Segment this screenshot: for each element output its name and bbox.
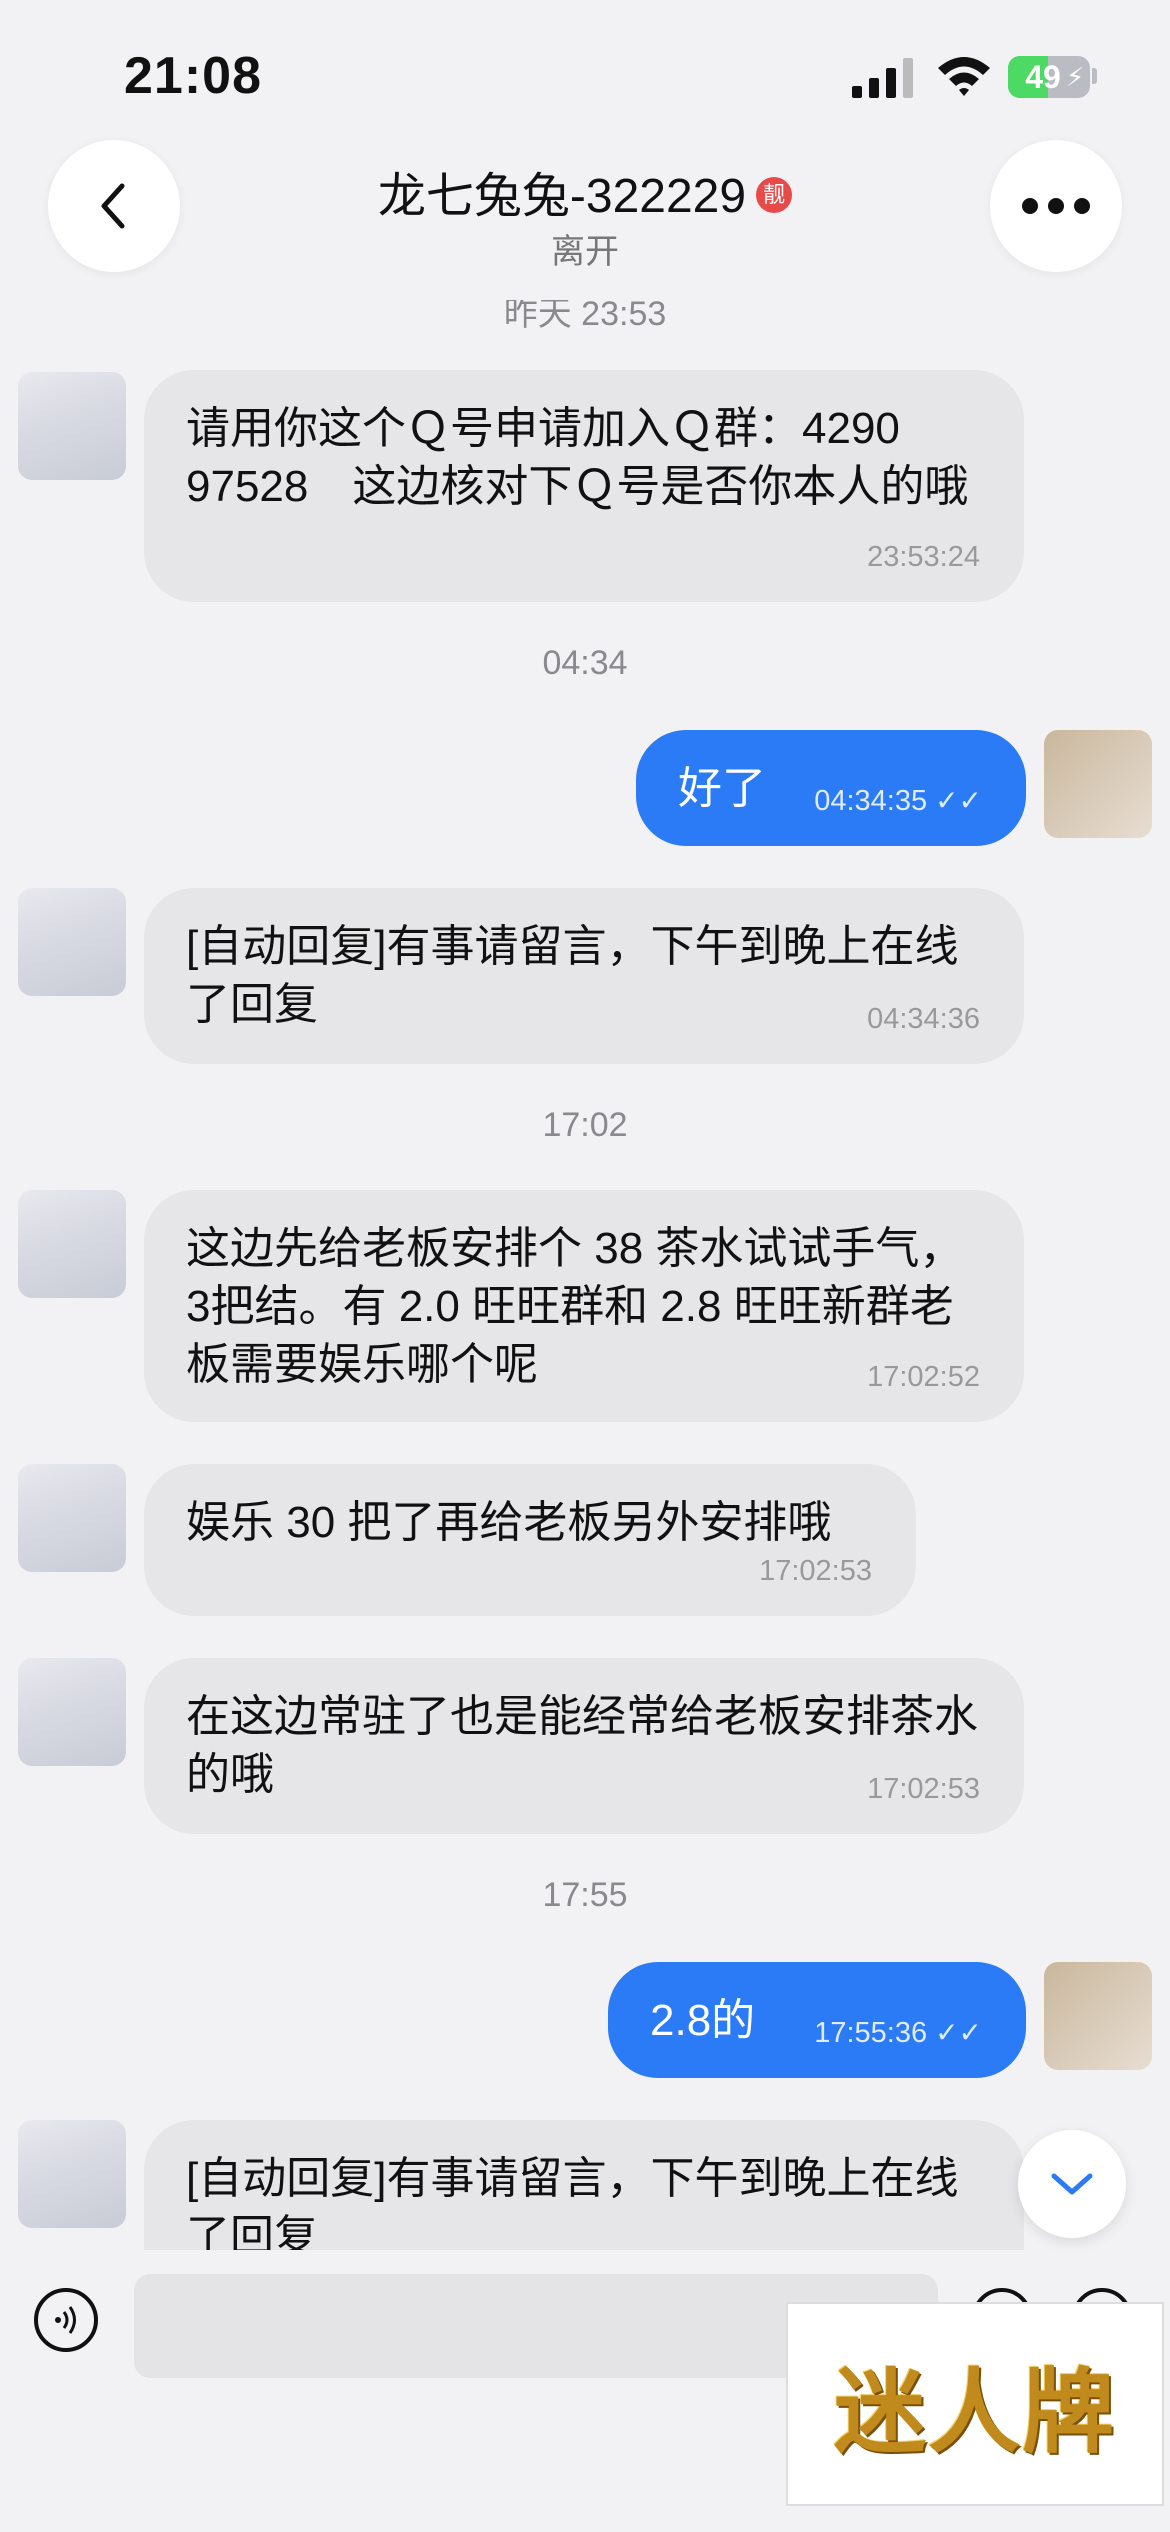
message-time: 17:02:53 — [867, 1773, 980, 1805]
my-avatar[interactable] — [1044, 730, 1152, 838]
message-time: 17:02:52 — [867, 1361, 980, 1393]
incoming-message[interactable]: 娱乐 30 把了再给老板另外安排哦 17:02:53 — [144, 1464, 916, 1616]
message-text: [自动回复]有事请留言，下午到晚上在线了回复 — [186, 2154, 959, 2250]
charging-bolt-icon: ⚡ — [1066, 62, 1085, 92]
more-options-button[interactable] — [990, 140, 1122, 272]
watermark-logo: 迷人牌 — [786, 2302, 1164, 2506]
message-time-label: 17:55:36 — [814, 2017, 928, 2049]
status-bar: 21:08 49 ⚡ — [0, 0, 1170, 140]
wifi-icon — [938, 57, 990, 96]
read-check-icon: ✓✓ — [935, 785, 982, 816]
timestamp-divider: 04:34 — [542, 644, 628, 682]
timestamp-divider: 17:55 — [542, 1876, 628, 1914]
incoming-message[interactable]: 请用你这个Ｑ号申请加入Ｑ群：4290 97528 这边核对下Ｑ号是否你本人的哦 … — [144, 370, 1024, 602]
message-time: 23:53:24 — [867, 541, 980, 573]
chat-header: 龙七兔兔-322229 靓 离开 — [0, 140, 1170, 300]
contact-name: 龙七兔兔-322229 — [377, 170, 747, 223]
contact-avatar[interactable] — [18, 1190, 126, 1298]
message-text: 这边先给老板安排个 38 茶水试试手气，3把结。有 2.0 旺旺群和 2.8 旺… — [186, 1224, 964, 1389]
watermark-text: 迷人牌 — [833, 2357, 1116, 2466]
timestamp-divider: 昨天 23:53 — [503, 300, 667, 333]
pretty-number-badge: 靓 — [756, 177, 793, 214]
message-text: 请用你这个Ｑ号申请加入Ｑ群：4290 97528 这边核对下Ｑ号是否你本人的哦 — [186, 404, 969, 511]
battery-cap — [1092, 68, 1097, 84]
incoming-message[interactable]: 这边先给老板安排个 38 茶水试试手气，3把结。有 2.0 旺旺群和 2.8 旺… — [144, 1190, 1024, 1422]
incoming-message[interactable]: 在这边常驻了也是能经常给老板安排茶水的哦 17:02:53 — [144, 1658, 1024, 1834]
outgoing-message[interactable]: 2.8的 17:55:36 ✓✓ — [608, 1962, 1026, 2078]
message-text: 在这边常驻了也是能经常给老板安排茶水的哦 — [186, 1692, 978, 1799]
voice-input-button[interactable] — [34, 2288, 98, 2352]
voice-wave-icon — [55, 2306, 76, 2334]
my-avatar[interactable] — [1044, 1962, 1152, 2070]
outgoing-message[interactable]: 好了 04:34:35 ✓✓ — [636, 730, 1026, 846]
scroll-to-bottom-button[interactable] — [1018, 2130, 1126, 2238]
cellular-signal-icon — [852, 58, 913, 98]
status-time: 21:08 — [124, 47, 262, 105]
contact-avatar[interactable] — [18, 1464, 126, 1572]
more-dots-icon — [1022, 198, 1090, 214]
incoming-message[interactable]: [自动回复]有事请留言，下午到晚上在线了回复 04:34:36 — [144, 888, 1024, 1064]
message-list[interactable]: 昨天 23:53 请用你这个Ｑ号申请加入Ｑ群：4290 97528 这边核对下Ｑ… — [0, 300, 1170, 2250]
contact-avatar[interactable] — [18, 888, 126, 996]
contact-avatar[interactable] — [18, 372, 126, 480]
message-time-label: 04:34:35 — [814, 785, 928, 817]
message-time: 04:34:36 — [867, 1003, 980, 1035]
message-time: 04:34:35 ✓✓ — [814, 772, 982, 830]
message-time: 17:02:53 — [759, 1555, 872, 1587]
message-time: 17:55:36 ✓✓ — [814, 2004, 982, 2062]
contact-avatar[interactable] — [18, 2120, 126, 2228]
chevron-down-icon — [1051, 2173, 1093, 2195]
contact-avatar[interactable] — [18, 1658, 126, 1766]
timestamp-divider: 17:02 — [542, 1106, 628, 1144]
incoming-message[interactable]: [自动回复]有事请留言，下午到晚上在线了回复 — [144, 2120, 1024, 2250]
message-text: [自动回复]有事请留言，下午到晚上在线了回复 — [186, 922, 959, 1029]
read-check-icon: ✓✓ — [935, 2017, 982, 2048]
battery-icon: 49 ⚡ — [1008, 56, 1090, 98]
